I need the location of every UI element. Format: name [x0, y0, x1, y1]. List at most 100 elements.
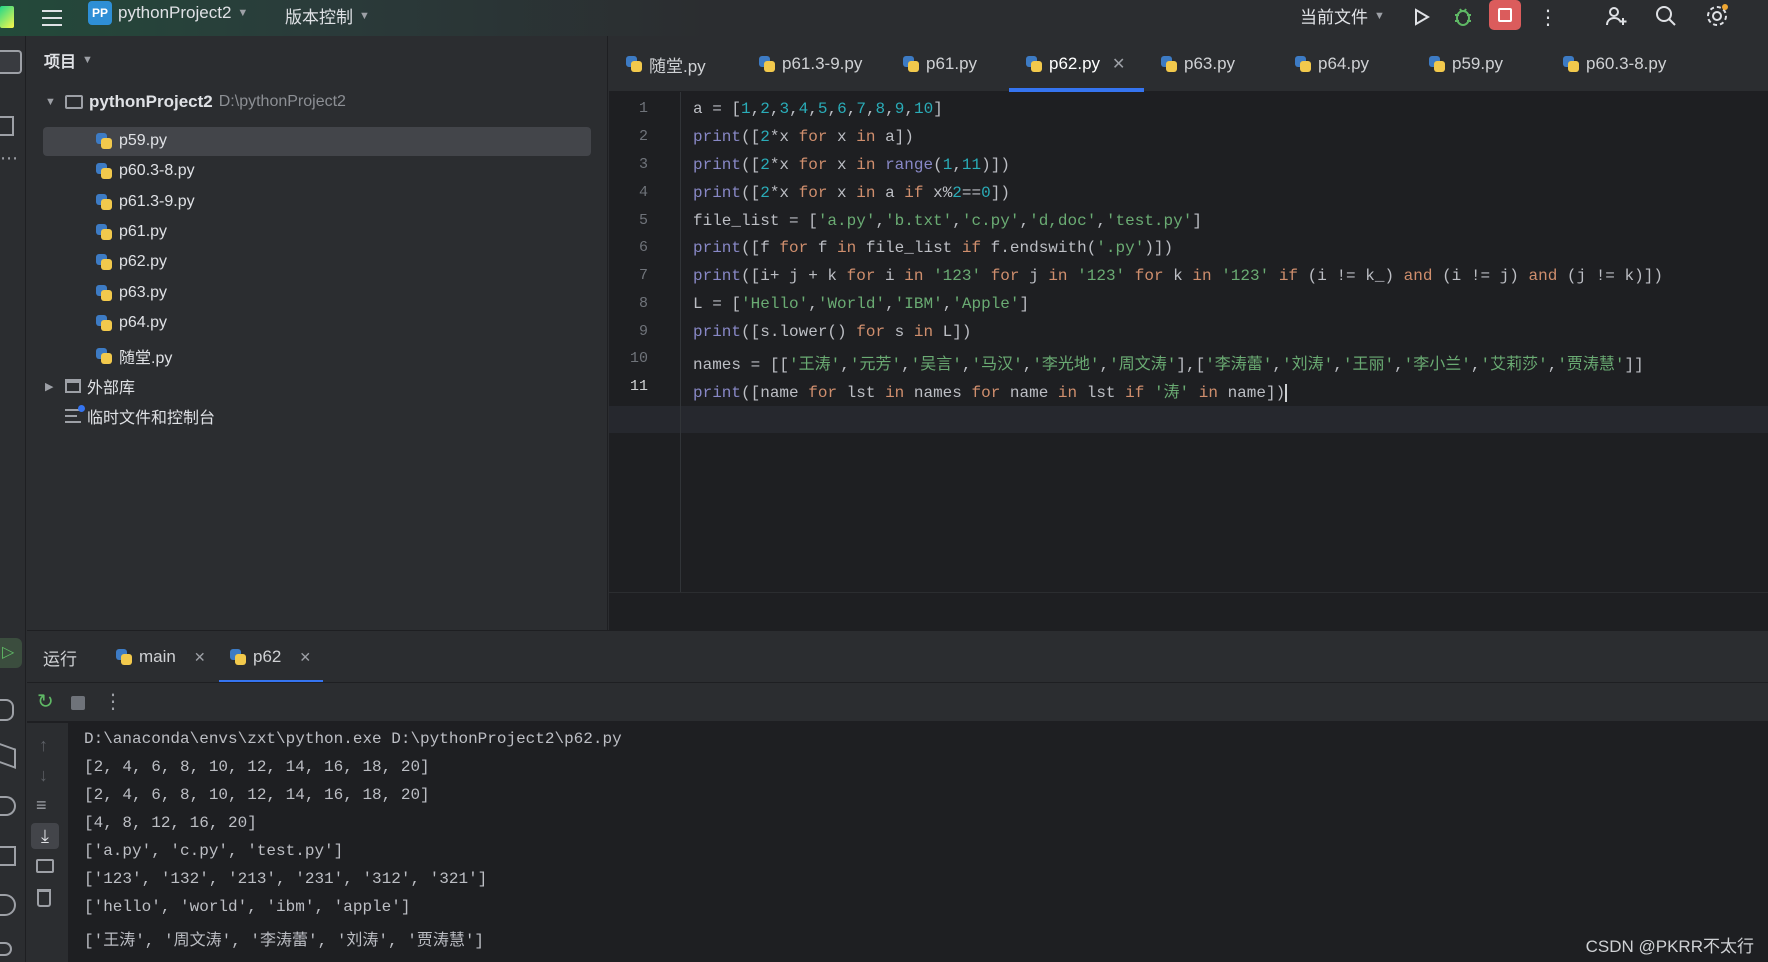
tab-p64[interactable]: p64.py	[1278, 36, 1369, 92]
python-file-icon	[95, 223, 113, 241]
root-folder-path: D:\pythonProject2	[218, 93, 346, 110]
tab-label: p62.py	[1049, 54, 1101, 73]
more-tools-icon[interactable]: ⋯	[0, 148, 18, 169]
tab-label: p61.py	[926, 54, 978, 73]
main-menu-icon[interactable]	[40, 6, 64, 30]
print-icon[interactable]	[36, 859, 54, 873]
tab-p61-3-9[interactable]: p61.3-9.py	[742, 36, 862, 92]
python-file-icon	[625, 55, 643, 73]
terminal-icon[interactable]	[0, 846, 16, 866]
run-tab-main[interactable]: main ✕	[115, 631, 206, 683]
line-number: 5	[638, 212, 648, 229]
console-output-line: ['hello', 'world', 'ibm', 'apple']	[84, 898, 411, 916]
code-line-2: print([2*x for x in a])	[693, 128, 914, 146]
run-icon[interactable]	[1408, 4, 1434, 30]
run-toolbar: ↻ ⋮	[27, 682, 1768, 722]
console-output-line: ['123', '132', '213', '231', '312', '321…	[84, 870, 488, 888]
tab-label: p59.py	[1452, 54, 1504, 73]
tree-file-suitang[interactable]: 随堂.py	[95, 344, 172, 368]
python-file-icon	[902, 55, 920, 73]
run-tool-icon[interactable]: ▷	[0, 638, 22, 668]
file-label: p62.py	[119, 253, 168, 270]
code-line-3: print([2*x for x in range(1,11)])	[693, 156, 1010, 174]
soft-wrap-icon[interactable]: ≡	[36, 795, 47, 816]
ide-window: PP pythonProject2 ▼ 版本控制 ▼ 当前文件 ▼ ⋮ ⋯ ▷ …	[0, 0, 1768, 962]
more-actions-icon[interactable]: ⋮	[1538, 4, 1558, 30]
code-line-10: names = [['王涛','元芳','吴言','马汉','李光地','周文涛…	[693, 356, 1644, 374]
git-icon[interactable]	[0, 942, 12, 956]
problems-icon[interactable]	[0, 894, 16, 916]
line-number: 11	[629, 378, 648, 395]
line-number: 3	[638, 156, 648, 173]
settings-gear-icon[interactable]	[1703, 2, 1731, 30]
tree-file-p61-3-9[interactable]: p61.3-9.py	[95, 193, 195, 211]
services-icon[interactable]	[0, 796, 16, 816]
file-label: p60.3-8.py	[119, 162, 195, 179]
left-tool-stripe: ⋯ ▷	[0, 36, 26, 962]
run-tab-p62[interactable]: p62 ✕	[219, 631, 323, 683]
vcs-menu[interactable]: 版本控制 ▼	[285, 3, 370, 28]
stop-button[interactable]	[1489, 0, 1521, 30]
debug-icon[interactable]	[1450, 4, 1476, 30]
python-file-icon	[95, 193, 113, 211]
tree-file-p64[interactable]: p64.py	[95, 314, 167, 332]
tree-file-p63[interactable]: p63.py	[95, 284, 167, 302]
python-file-icon	[1562, 55, 1580, 73]
python-file-icon	[95, 284, 113, 302]
python-file-icon	[1025, 55, 1043, 73]
search-icon[interactable]	[1652, 2, 1680, 30]
folder-icon	[65, 95, 83, 109]
structure-tool-icon[interactable]	[0, 116, 14, 136]
project-switcher[interactable]: PP pythonProject2 ▼	[88, 1, 248, 25]
tab-label: 随堂.py	[649, 56, 706, 76]
python-packages-icon[interactable]	[0, 699, 14, 721]
tree-scratches-consoles[interactable]: 临时文件和控制台	[65, 404, 215, 428]
run-tab-label: main	[139, 647, 176, 666]
chevron-down-icon: ▼	[1374, 9, 1385, 22]
trash-icon[interactable]	[37, 889, 51, 907]
chevron-right-icon[interactable]: ▶	[45, 380, 59, 393]
run-tab-label: p62	[253, 647, 282, 666]
project-tool-icon[interactable]	[0, 50, 22, 74]
tree-file-p60-3-8[interactable]: p60.3-8.py	[95, 162, 195, 180]
tree-external-libraries[interactable]: ▶ 外部库	[45, 374, 135, 398]
more-options-icon[interactable]: ⋮	[103, 689, 123, 714]
run-config-selector[interactable]: 当前文件 ▼	[1300, 3, 1385, 28]
run-title-label: 运行	[43, 649, 77, 669]
code-area[interactable]: a = [1,2,3,4,5,6,7,8,9,10] print([2*x fo…	[683, 92, 1768, 592]
file-label: p64.py	[119, 314, 168, 331]
close-tab-icon[interactable]: ✕	[299, 649, 311, 666]
tree-file-p61[interactable]: p61.py	[95, 223, 167, 241]
tab-p60-3-8[interactable]: p60.3-8.py	[1546, 36, 1666, 92]
tab-p59[interactable]: p59.py	[1412, 36, 1503, 92]
chevron-down-icon[interactable]: ▼	[45, 96, 59, 108]
scratches-label: 临时文件和控制台	[87, 410, 216, 427]
scroll-to-end-icon[interactable]: ⤓	[31, 823, 59, 849]
editor-horizontal-scrollbar[interactable]	[609, 592, 1768, 630]
tree-file-p59[interactable]: p59.py	[95, 132, 167, 150]
file-label: 随堂.py	[119, 350, 173, 367]
console-output-line: ['王涛', '周文涛', '李涛蕾', '刘涛', '贾涛慧']	[84, 932, 485, 950]
line-number: 6	[638, 239, 648, 256]
stop-icon[interactable]	[71, 696, 85, 710]
tab-suitang[interactable]: 随堂.py	[609, 36, 706, 92]
code-line-9: print([s.lower() for s in L])	[693, 323, 972, 341]
python-file-icon	[758, 55, 776, 73]
project-panel-header[interactable]: 项目 ▼	[44, 48, 93, 72]
python-file-icon	[95, 347, 113, 365]
scroll-down-icon[interactable]: ↓	[39, 765, 48, 786]
scroll-up-icon[interactable]: ↑	[39, 735, 48, 756]
tree-file-p62[interactable]: p62.py	[95, 253, 167, 271]
tree-root-pythonProject2[interactable]: ▼ pythonProject2 D:\pythonProject2	[45, 92, 346, 112]
layers-icon[interactable]	[0, 743, 16, 769]
tab-p61[interactable]: p61.py	[886, 36, 977, 92]
add-user-icon[interactable]	[1602, 2, 1630, 30]
file-label: p61.py	[119, 223, 168, 240]
project-panel: 项目 ▼ ▼ pythonProject2 D:\pythonProject2 …	[27, 36, 608, 630]
tab-p62[interactable]: p62.py ✕	[1009, 36, 1144, 92]
tab-p63[interactable]: p63.py	[1144, 36, 1235, 92]
code-line-1: a = [1,2,3,4,5,6,7,8,9,10]	[693, 100, 943, 118]
close-tab-icon[interactable]: ✕	[1112, 54, 1125, 74]
rerun-icon[interactable]: ↻	[37, 691, 59, 713]
close-tab-icon[interactable]: ✕	[194, 649, 206, 666]
